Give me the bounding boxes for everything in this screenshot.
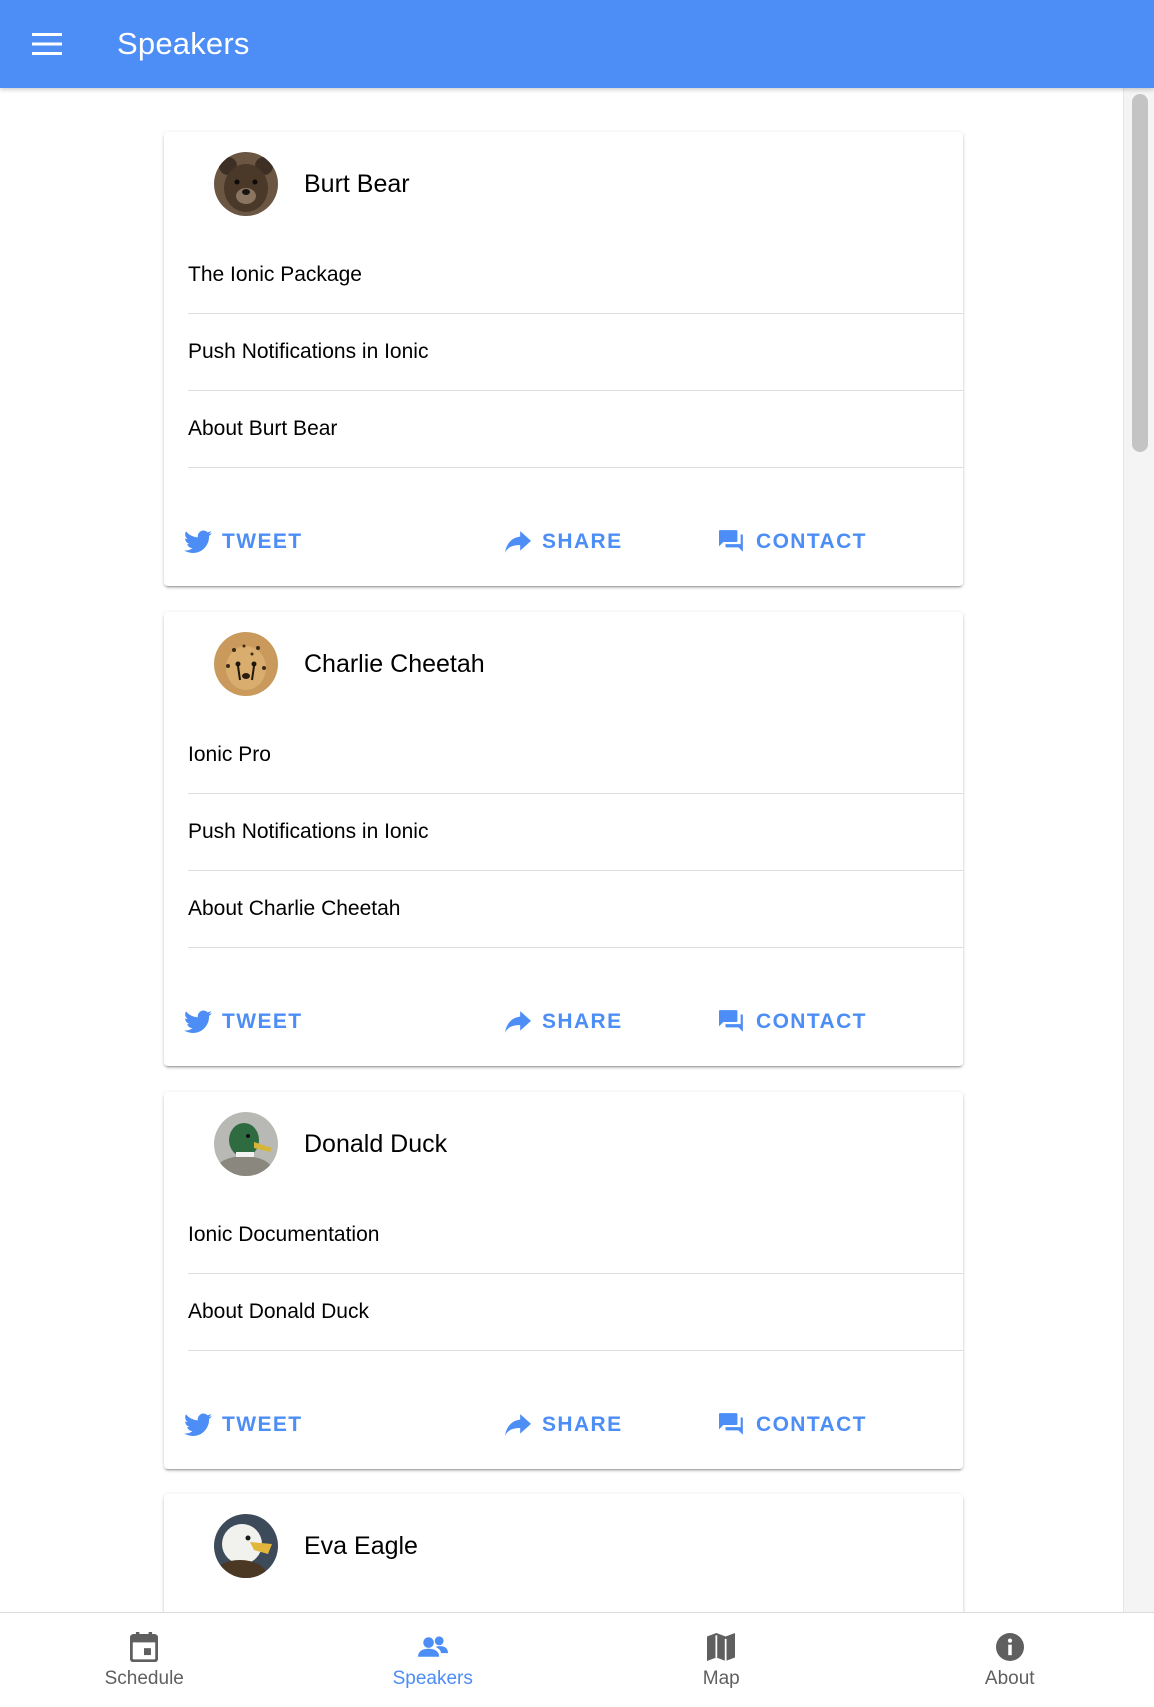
session-item[interactable]: Push Notifications in Ionic: [188, 794, 963, 871]
share-arrow-icon: [504, 1008, 532, 1036]
contact-button[interactable]: CONTACT: [718, 1407, 867, 1443]
speaker-list[interactable]: Burt Bear The Ionic Package Push Notific…: [0, 88, 1154, 1612]
share-button[interactable]: SHARE: [504, 1004, 623, 1040]
session-item[interactable]: Ionic Documentation: [188, 1196, 963, 1274]
menu-button[interactable]: [23, 20, 71, 68]
map-icon: [706, 1632, 736, 1662]
twitter-icon: [184, 528, 212, 556]
cheetah-avatar: [214, 632, 278, 696]
session-item[interactable]: Ionic Pro: [188, 716, 963, 794]
tab-map[interactable]: Map: [577, 1613, 866, 1707]
tweet-label: TWEET: [222, 1010, 303, 1034]
card-actions: TWEET SHARE CONTACT: [164, 948, 963, 1066]
session-item[interactable]: Push Notifications in Ionic: [188, 314, 963, 391]
speaker-card: Charlie Cheetah Ionic Pro Push Notificat…: [164, 612, 963, 1066]
speaker-header[interactable]: Charlie Cheetah: [164, 612, 963, 716]
contact-button[interactable]: CONTACT: [718, 524, 867, 560]
about-speaker-item[interactable]: About Charlie Cheetah: [188, 871, 963, 948]
info-icon: [995, 1632, 1025, 1662]
contact-label: CONTACT: [756, 530, 867, 554]
tweet-label: TWEET: [222, 530, 303, 554]
menu-icon: [32, 32, 62, 56]
scrollbar[interactable]: [1123, 88, 1154, 1612]
tab-speakers[interactable]: Speakers: [289, 1613, 578, 1707]
speaker-name: Burt Bear: [304, 170, 410, 199]
tweet-label: TWEET: [222, 1413, 303, 1437]
card-actions: TWEET SHARE CONTACT: [164, 1351, 963, 1469]
share-label: SHARE: [542, 530, 623, 554]
chat-icon: [718, 528, 746, 556]
tab-label: Speakers: [393, 1668, 473, 1690]
speaker-header[interactable]: Donald Duck: [164, 1092, 963, 1196]
contact-label: CONTACT: [756, 1413, 867, 1437]
tweet-button[interactable]: TWEET: [184, 524, 303, 560]
session-item[interactable]: The Ionic Package: [188, 236, 963, 314]
duck-avatar: [214, 1112, 278, 1176]
speaker-header[interactable]: Eva Eagle: [164, 1494, 963, 1598]
tweet-button[interactable]: TWEET: [184, 1407, 303, 1443]
speaker-name: Donald Duck: [304, 1130, 447, 1159]
tab-schedule[interactable]: Schedule: [0, 1613, 289, 1707]
twitter-icon: [184, 1411, 212, 1439]
people-icon: [418, 1632, 448, 1662]
card-actions: TWEET SHARE CONTACT: [164, 468, 963, 586]
tab-about[interactable]: About: [866, 1613, 1154, 1707]
share-label: SHARE: [542, 1413, 623, 1437]
contact-label: CONTACT: [756, 1010, 867, 1034]
twitter-icon: [184, 1008, 212, 1036]
share-label: SHARE: [542, 1010, 623, 1034]
chat-icon: [718, 1411, 746, 1439]
about-speaker-item[interactable]: About Burt Bear: [188, 391, 963, 468]
speaker-card: Burt Bear The Ionic Package Push Notific…: [164, 132, 963, 586]
share-arrow-icon: [504, 528, 532, 556]
share-button[interactable]: SHARE: [504, 524, 623, 560]
share-button[interactable]: SHARE: [504, 1407, 623, 1443]
speaker-name: Eva Eagle: [304, 1532, 418, 1561]
contact-button[interactable]: CONTACT: [718, 1004, 867, 1040]
bear-avatar: [214, 152, 278, 216]
tab-bar: Schedule Speakers Map: [0, 1612, 1154, 1707]
tab-label: Schedule: [105, 1668, 184, 1690]
toolbar: Speakers: [0, 0, 1154, 88]
speaker-name: Charlie Cheetah: [304, 650, 485, 679]
about-speaker-item[interactable]: About Donald Duck: [188, 1274, 963, 1351]
share-arrow-icon: [504, 1411, 532, 1439]
page-title: Speakers: [117, 26, 250, 62]
eagle-avatar: [214, 1514, 278, 1578]
chat-icon: [718, 1008, 746, 1036]
calendar-icon: [129, 1632, 159, 1662]
speaker-header[interactable]: Burt Bear: [164, 132, 963, 236]
tab-label: Map: [703, 1668, 740, 1690]
speaker-card: Donald Duck Ionic Documentation About Do…: [164, 1092, 963, 1469]
scrollbar-thumb[interactable]: [1132, 94, 1148, 452]
tab-label: About: [985, 1668, 1035, 1690]
speaker-card: Eva Eagle: [164, 1494, 963, 1612]
tweet-button[interactable]: TWEET: [184, 1004, 303, 1040]
